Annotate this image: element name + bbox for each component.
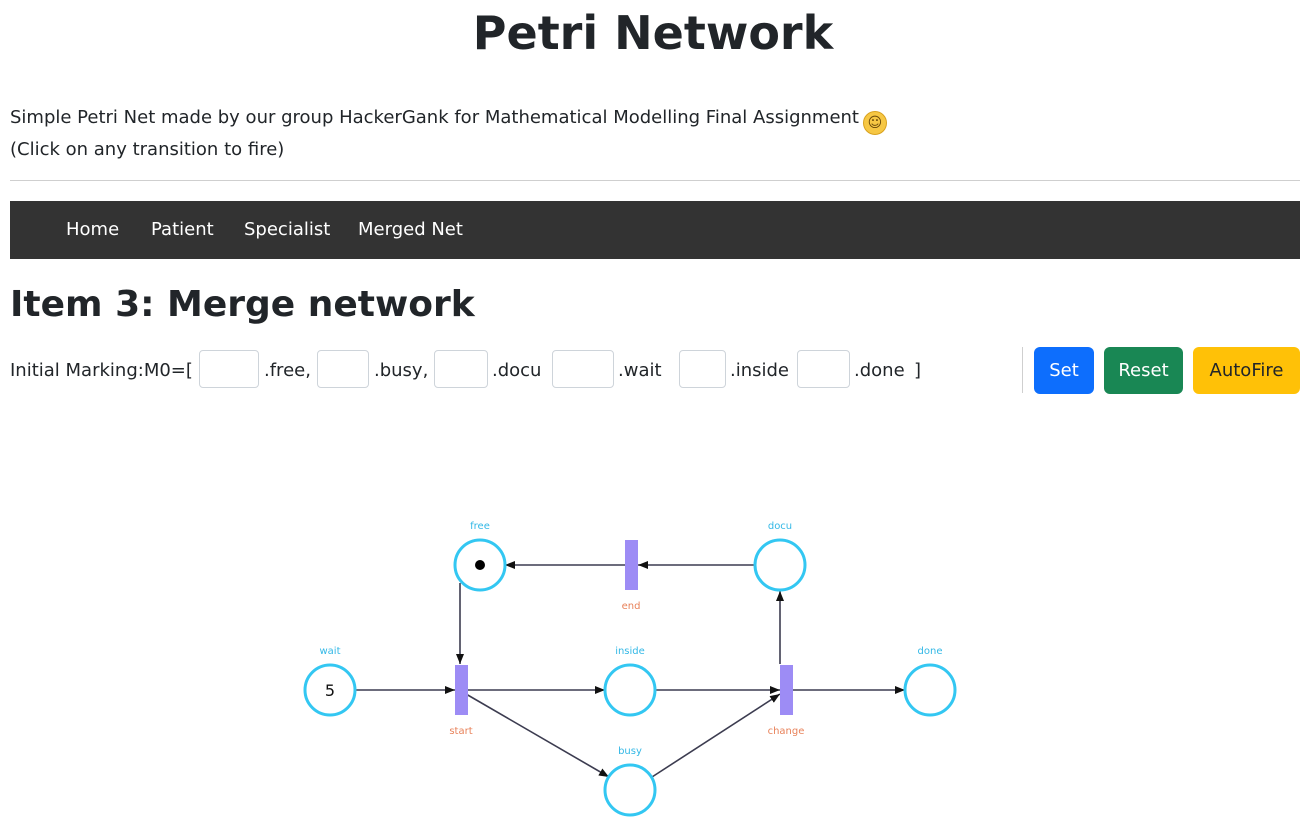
free-input[interactable] bbox=[199, 350, 259, 388]
smiling-halo-emoji-icon: ☺ bbox=[862, 111, 887, 135]
done-input[interactable] bbox=[797, 350, 850, 388]
place-wait-label: wait bbox=[319, 646, 340, 657]
docu-input[interactable] bbox=[434, 350, 488, 388]
place-wait: 5 wait bbox=[303, 646, 357, 717]
docu-suffix: .docu bbox=[492, 360, 542, 381]
inside-input[interactable] bbox=[679, 350, 726, 388]
place-docu: docu bbox=[753, 521, 807, 592]
place-free: free bbox=[453, 521, 507, 592]
busy-suffix: .busy, bbox=[374, 360, 429, 381]
nav-patient[interactable]: Patient bbox=[151, 201, 214, 259]
reset-button[interactable]: Reset bbox=[1104, 347, 1183, 394]
nav-merged-net[interactable]: Merged Net bbox=[358, 201, 463, 259]
transition-change[interactable]: change bbox=[768, 665, 805, 737]
transition-start-bar[interactable] bbox=[455, 665, 468, 715]
arc-busy-change bbox=[651, 693, 781, 778]
place-done-label: done bbox=[918, 646, 943, 657]
place-free-label: free bbox=[470, 521, 490, 532]
place-busy-label: busy bbox=[618, 746, 642, 757]
transition-end[interactable]: end bbox=[622, 540, 641, 612]
place-free-token bbox=[475, 560, 485, 570]
autofire-button[interactable]: AutoFire bbox=[1193, 347, 1300, 394]
transition-change-label: change bbox=[768, 726, 805, 737]
place-inside-label: inside bbox=[615, 646, 645, 657]
inside-suffix: .inside bbox=[730, 360, 790, 381]
nav-specialist[interactable]: Specialist bbox=[244, 201, 330, 259]
intro-text: Simple Petri Net made by our group Hacke… bbox=[10, 103, 887, 165]
transition-end-label: end bbox=[622, 601, 641, 612]
petri-net-diagram: free docu 5 wait inside done busy end st… bbox=[303, 521, 957, 817]
transition-end-bar[interactable] bbox=[625, 540, 638, 590]
place-docu-circle bbox=[753, 538, 807, 592]
intro-line-2: (Click on any transition to fire) bbox=[10, 139, 285, 160]
navbar: Home Patient Specialist Merged Net bbox=[10, 201, 1300, 259]
horizontal-divider bbox=[10, 180, 1300, 181]
marking-close-bracket: ] bbox=[914, 360, 922, 381]
vertical-separator bbox=[1022, 347, 1023, 393]
wait-suffix: .wait bbox=[618, 360, 662, 381]
transition-start-label: start bbox=[449, 726, 472, 737]
initial-marking-form: Initial Marking:M0=[ .free, .busy, .docu… bbox=[10, 347, 1300, 395]
arc-start-busy bbox=[465, 693, 610, 778]
free-suffix: .free, bbox=[264, 360, 311, 381]
busy-input[interactable] bbox=[317, 350, 369, 388]
place-docu-label: docu bbox=[768, 521, 792, 532]
intro-line-1: Simple Petri Net made by our group Hacke… bbox=[10, 103, 887, 135]
nav-home[interactable]: Home bbox=[66, 201, 119, 259]
wait-input[interactable] bbox=[552, 350, 614, 388]
place-busy-circle bbox=[603, 763, 657, 817]
done-suffix: .done bbox=[854, 360, 905, 381]
place-done: done bbox=[903, 646, 957, 717]
place-busy: busy bbox=[603, 746, 657, 817]
transition-start[interactable]: start bbox=[449, 665, 473, 737]
page-title: Petri Network bbox=[472, 6, 834, 60]
transition-change-bar[interactable] bbox=[780, 665, 793, 715]
set-button[interactable]: Set bbox=[1034, 347, 1094, 394]
place-inside-circle bbox=[603, 663, 657, 717]
place-wait-token-count: 5 bbox=[325, 681, 335, 700]
section-title: Item 3: Merge network bbox=[10, 284, 475, 325]
marking-prefix: Initial Marking:M0=[ bbox=[10, 360, 193, 381]
place-done-circle bbox=[903, 663, 957, 717]
place-inside: inside bbox=[603, 646, 657, 717]
intro-description: Simple Petri Net made by our group Hacke… bbox=[10, 107, 859, 128]
